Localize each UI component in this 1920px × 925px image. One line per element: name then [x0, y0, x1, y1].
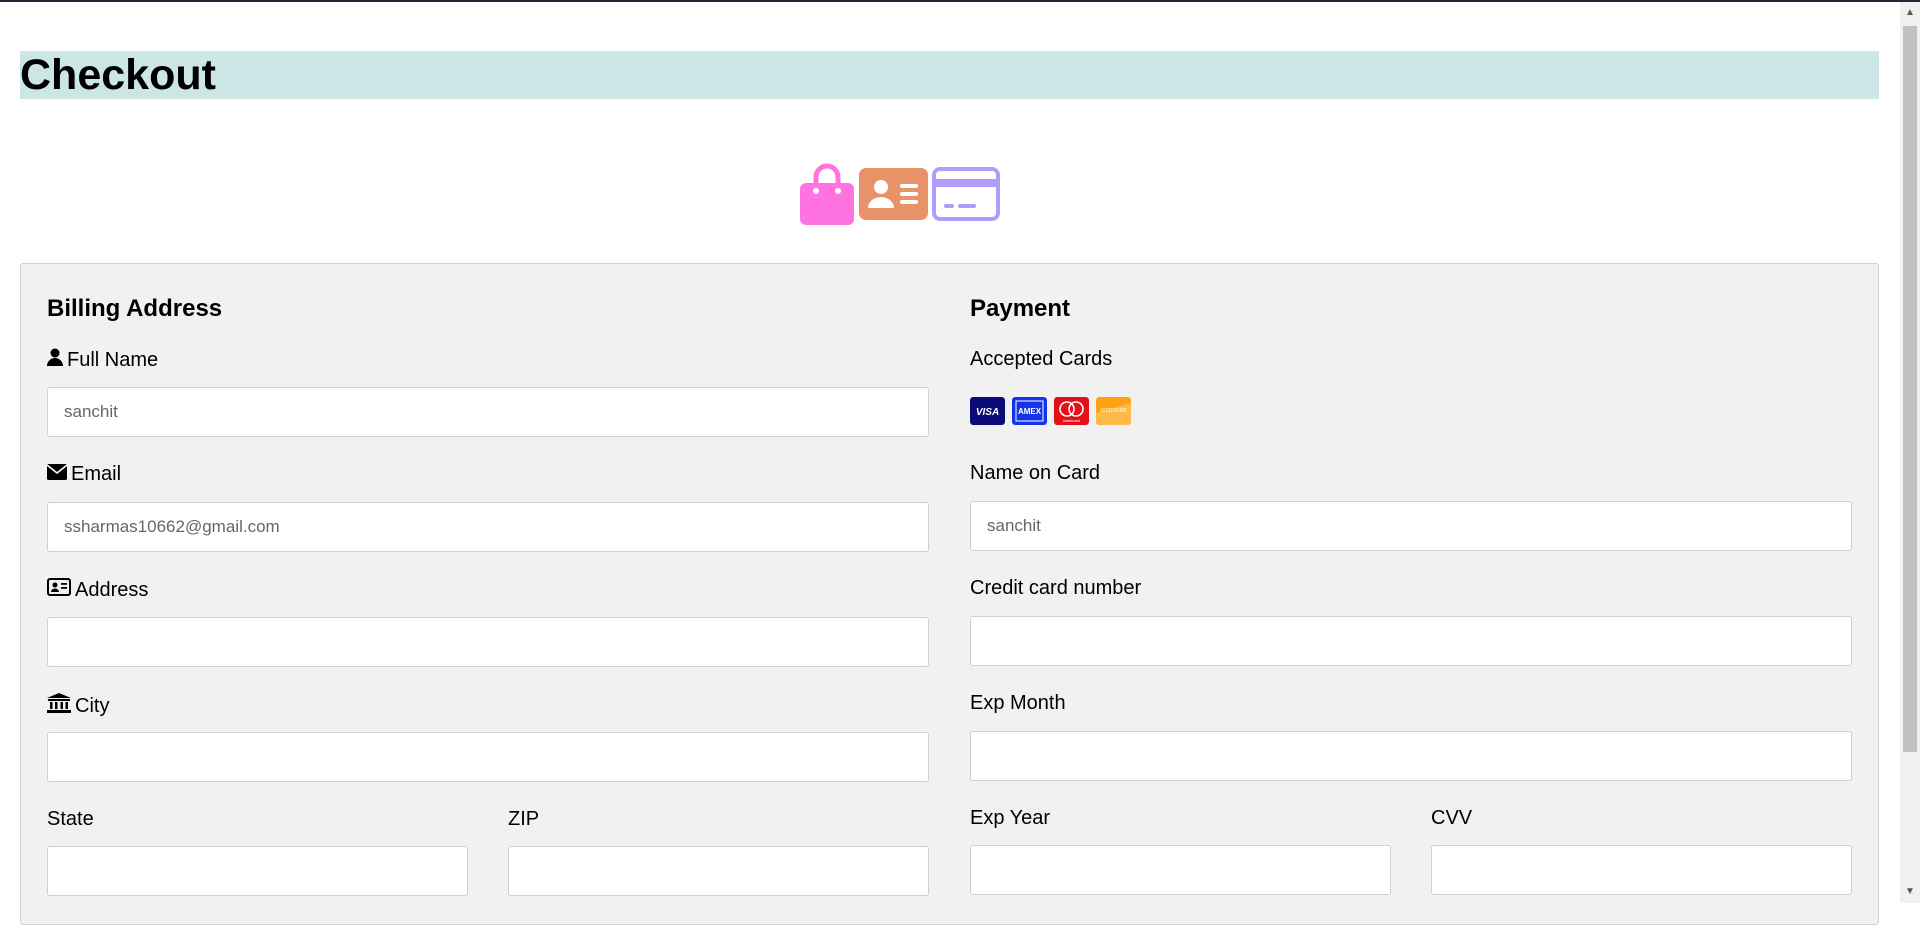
discover-icon: DISCOVER: [1096, 397, 1131, 425]
address-label: Address: [47, 578, 148, 602]
visa-icon: VISA: [970, 397, 1005, 425]
amex-text: AMEX: [1018, 407, 1042, 416]
city-input[interactable]: [47, 732, 929, 782]
exp-month-label: Exp Month: [970, 692, 1066, 714]
state-input[interactable]: [47, 846, 468, 896]
cvv-input[interactable]: [1431, 845, 1852, 895]
vertical-scrollbar[interactable]: ▲ ▼: [1900, 2, 1920, 903]
address-card-icon: [47, 578, 71, 602]
payment-title: Payment: [970, 295, 1071, 322]
billing-title: Billing Address: [47, 295, 223, 322]
scrollbar-thumb[interactable]: [1903, 26, 1917, 752]
zip-input[interactable]: [508, 846, 929, 896]
address-card-icon: [859, 168, 928, 220]
user-icon: [47, 348, 63, 372]
mastercard-icon: mastercard: [1054, 397, 1089, 425]
discover-text: DISCOVER: [1100, 408, 1127, 414]
full-name-label: Full Name: [47, 348, 158, 372]
mastercard-text: mastercard: [1063, 419, 1081, 423]
scroll-up-arrow-icon[interactable]: ▲: [1900, 4, 1920, 22]
checkout-form: Billing Address Full Name Email Address: [20, 263, 1879, 925]
name-on-card-label: Name on Card: [970, 462, 1101, 484]
email-input[interactable]: [47, 502, 929, 552]
visa-text: VISA: [976, 407, 999, 418]
exp-year-input[interactable]: [970, 845, 1391, 895]
state-label: State: [47, 808, 94, 830]
amex-icon: AMEX: [1012, 397, 1047, 425]
cvv-label: CVV: [1431, 807, 1473, 829]
exp-year-label: Exp Year: [970, 807, 1051, 829]
page-header: Checkout: [20, 51, 1879, 99]
address-input[interactable]: [47, 617, 929, 667]
name-on-card-input[interactable]: [970, 501, 1852, 551]
city-label: City: [47, 693, 109, 719]
card-number-label: Credit card number: [970, 577, 1142, 599]
window-top-border: [0, 0, 1920, 2]
shopping-bag-icon: [800, 163, 854, 225]
exp-month-input[interactable]: [970, 731, 1852, 781]
institution-icon: [47, 693, 71, 719]
scroll-down-arrow-icon[interactable]: ▼: [1900, 883, 1920, 901]
envelope-icon: [46, 463, 68, 486]
full-name-input[interactable]: [47, 387, 929, 437]
page-title: Checkout: [20, 51, 216, 99]
zip-label: ZIP: [508, 808, 540, 830]
email-label: Email: [46, 463, 121, 486]
credit-card-icon: [932, 167, 1000, 221]
card-number-input[interactable]: [970, 616, 1852, 666]
accepted-cards-label: Accepted Cards: [970, 348, 1113, 370]
